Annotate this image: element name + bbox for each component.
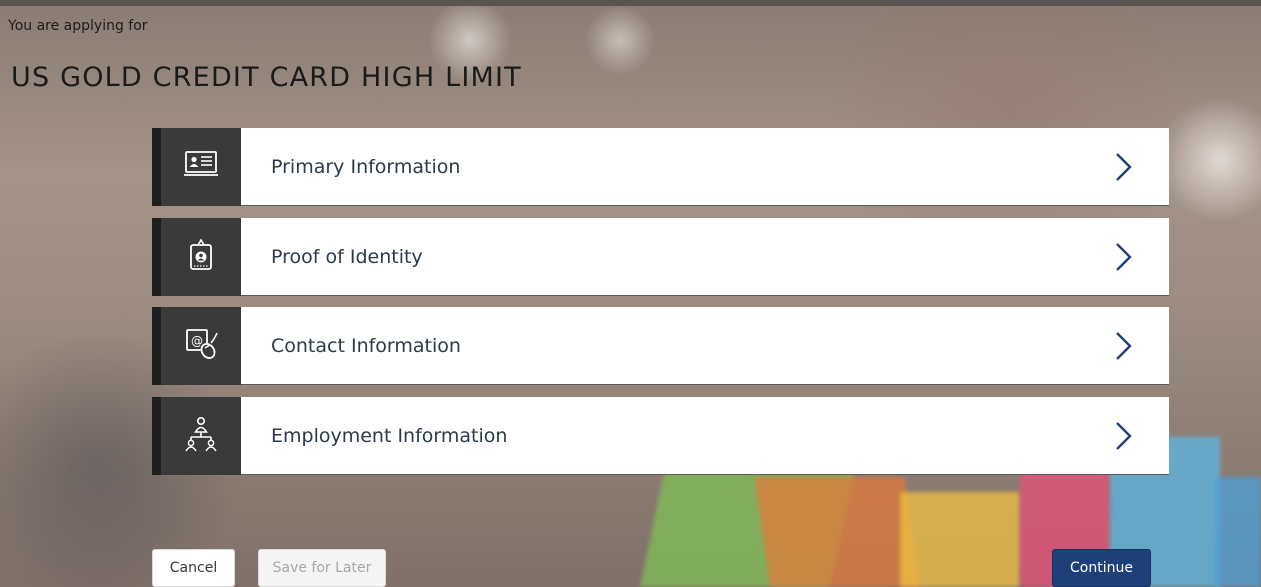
org-chart-icon [183, 416, 219, 456]
top-strip [0, 0, 1261, 6]
section-employment-information[interactable]: Employment Information [152, 397, 1169, 475]
applying-for-label: You are applying for [8, 18, 148, 34]
id-card-icon [183, 150, 219, 184]
chevron-right-icon[interactable] [1114, 331, 1132, 365]
save-for-later-button[interactable]: Save for Later [258, 549, 386, 587]
section-icon-box [152, 397, 241, 475]
cancel-button[interactable]: Cancel [152, 549, 235, 587]
email-mouse-icon: @ [184, 327, 218, 365]
section-label: Primary Information [271, 155, 461, 178]
section-proof-of-identity[interactable]: Proof of Identity [152, 218, 1169, 296]
chevron-right-icon[interactable] [1114, 421, 1132, 455]
section-icon-box [152, 128, 241, 206]
section-icon-box [152, 218, 241, 296]
section-contact-information[interactable]: @ Contact Information [152, 307, 1169, 385]
section-primary-information[interactable]: Primary Information [152, 128, 1169, 206]
section-body: Employment Information [241, 397, 1169, 475]
product-title: US GOLD CREDIT CARD HIGH LIMIT [11, 62, 522, 93]
section-body: Proof of Identity [241, 218, 1169, 296]
chevron-right-icon[interactable] [1114, 152, 1132, 186]
svg-text:@: @ [191, 334, 203, 348]
id-badge-icon [189, 238, 213, 275]
section-body: Primary Information [241, 128, 1169, 206]
chevron-right-icon[interactable] [1114, 242, 1132, 276]
section-label: Proof of Identity [271, 245, 423, 268]
section-label: Contact Information [271, 334, 461, 357]
continue-button[interactable]: Continue [1052, 549, 1151, 587]
section-body: Contact Information [241, 307, 1169, 385]
section-icon-box: @ [152, 307, 241, 385]
section-label: Employment Information [271, 424, 508, 447]
